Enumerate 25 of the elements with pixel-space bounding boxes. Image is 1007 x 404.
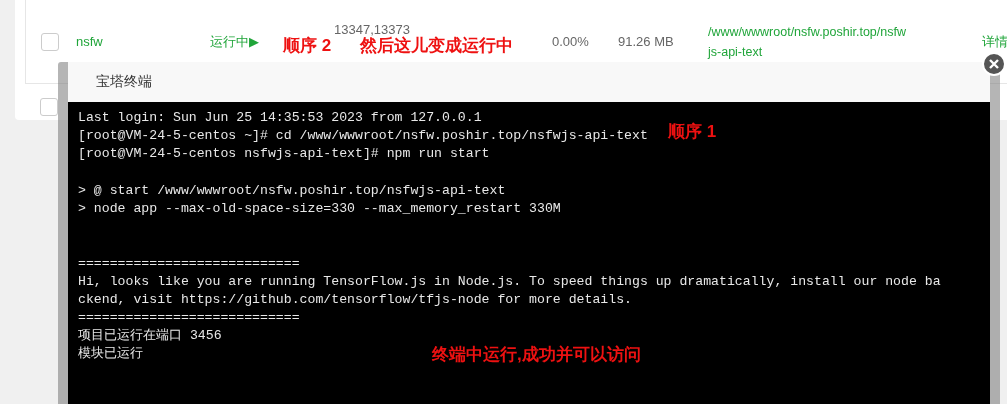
- details-link[interactable]: 详情: [982, 32, 1007, 51]
- terminal-line: ============================: [78, 255, 300, 271]
- terminal-line: [root@VM-24-5-centos nsfwjs-api-text]# npm run start: [78, 146, 490, 162]
- table-cell: nsfw: [76, 34, 103, 49]
- table-cell: 13347,13373: [334, 22, 410, 37]
- annotation-text: 顺序 1: [668, 121, 717, 143]
- terminal-line: 模块已运行: [78, 346, 143, 362]
- status-cell: 运行中▶: [210, 32, 259, 51]
- dialog-title: 宝塔终端: [96, 73, 152, 91]
- annotation-text: 终端中运行,成功并可以访问: [432, 344, 641, 366]
- terminal-line: [root@VM-24-5-centos ~]# cd /www/wwwroot/nsfw.poshir.top/nsfwjs-api-text: [78, 128, 648, 144]
- terminal-line: ============================: [78, 310, 300, 326]
- annotation-text: 顺序 2: [283, 35, 332, 57]
- row-checkbox[interactable]: [40, 98, 58, 116]
- terminal-line: > node app --max-old-space-size=330 --max_memory_restart 330M: [78, 200, 561, 216]
- terminal-line: Last login: Sun Jun 25 14:35:53 2023 from 127.0.0.1: [78, 110, 482, 125]
- annotation-text: 然后这儿变成运行中: [360, 36, 513, 57]
- table-cell: 91.26 MB: [618, 34, 674, 49]
- terminal-line: ckend, visit https://github.com/tensorflow/tfjs-node for more details.: [78, 291, 632, 307]
- path-link[interactable]: /www/wwwroot/nsfw.poshir.top/nsfwjs-api-text: [708, 21, 906, 62]
- terminal-line: > @ start /www/wwwroot/nsfw.poshir.top/nsfwjs-api-text: [78, 182, 506, 198]
- terminal-line: 项目已运行在端口 3456: [78, 328, 222, 344]
- table-cell: 0.00%: [552, 34, 589, 49]
- terminal-line: Hi, looks like you are running TensorFlow.js in Node.js. To speed things up dramatically, install our node ba: [78, 273, 941, 289]
- row-checkbox[interactable]: [41, 32, 59, 51]
